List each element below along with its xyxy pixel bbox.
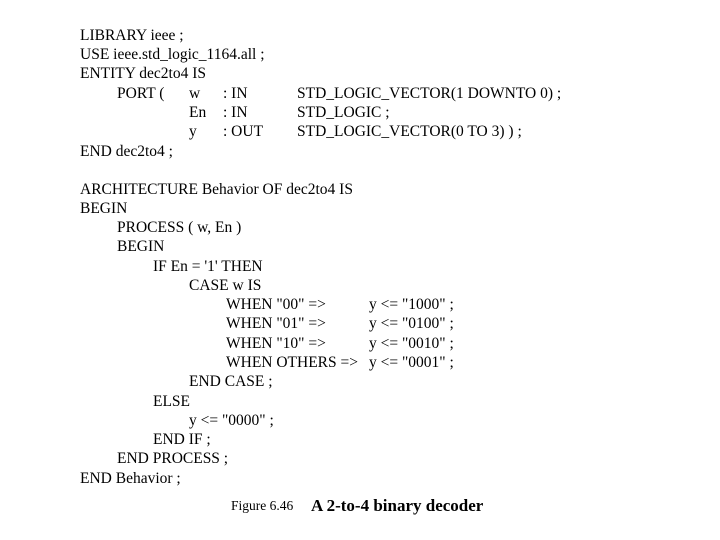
library-line: LIBRARY ieee ; xyxy=(80,27,184,44)
assign-case-10: y <= "0010" ; xyxy=(369,335,454,352)
if-line: IF En = '1' THEN xyxy=(153,258,263,275)
architecture-begin: BEGIN xyxy=(80,200,128,217)
port-type-en: STD_LOGIC ; xyxy=(297,104,390,121)
port-mode-en: : IN xyxy=(223,104,248,121)
end-case: END CASE ; xyxy=(189,373,273,390)
when-case-00: WHEN "00" => xyxy=(226,296,326,313)
end-if: END IF ; xyxy=(153,431,211,448)
entity-declaration: ENTITY dec2to4 IS xyxy=(80,65,206,82)
port-name-y: y xyxy=(189,123,197,140)
assign-case-01: y <= "0100" ; xyxy=(369,315,454,332)
when-case-01: WHEN "01" => xyxy=(226,315,326,332)
process-begin: BEGIN xyxy=(117,238,165,255)
end-process: END PROCESS ; xyxy=(117,450,229,467)
port-name-en: En xyxy=(189,104,207,121)
architecture-header: ARCHITECTURE Behavior OF dec2to4 IS xyxy=(80,181,353,198)
port-name-w: w xyxy=(189,85,201,102)
case-line: CASE w IS xyxy=(189,277,262,294)
assign-case-others: y <= "0001" ; xyxy=(369,354,454,371)
when-case-others: WHEN OTHERS => xyxy=(226,354,358,371)
port-type-y: STD_LOGIC_VECTOR(0 TO 3) ) ; xyxy=(297,123,522,140)
port-mode-y: : OUT xyxy=(223,123,264,140)
port-keyword: PORT ( xyxy=(117,85,165,102)
else-assign: y <= "0000" ; xyxy=(189,412,274,429)
assign-case-00: y <= "1000" ; xyxy=(369,296,454,313)
use-line: USE ieee.std_logic_1164.all ; xyxy=(80,46,265,63)
architecture-end: END Behavior ; xyxy=(80,470,181,487)
port-type-w: STD_LOGIC_VECTOR(1 DOWNTO 0) ; xyxy=(297,85,562,102)
process-line: PROCESS ( w, En ) xyxy=(117,219,242,236)
figure-label: Figure 6.46 xyxy=(231,498,294,513)
entity-end: END dec2to4 ; xyxy=(80,143,173,160)
when-case-10: WHEN "10" => xyxy=(226,335,326,352)
figure-title: A 2-to-4 binary decoder xyxy=(311,496,484,515)
port-mode-w: : IN xyxy=(223,85,248,102)
else-line: ELSE xyxy=(153,393,191,410)
